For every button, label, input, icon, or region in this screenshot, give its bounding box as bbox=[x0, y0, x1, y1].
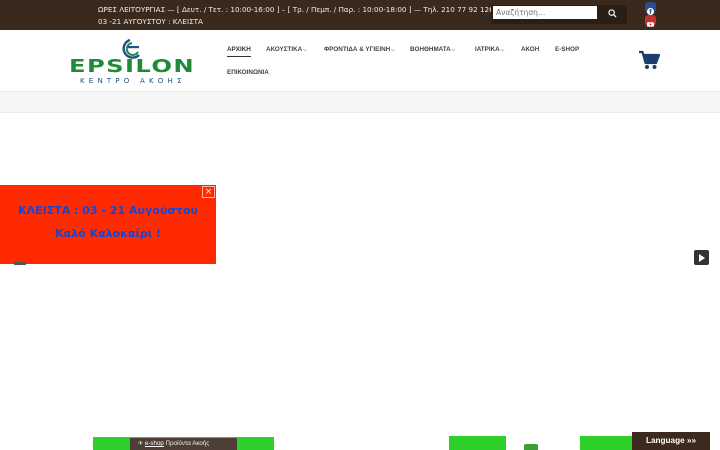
search-button[interactable] bbox=[600, 6, 625, 21]
nav-item-medical[interactable]: ΙΑΤΡΙΚΑ⌵ bbox=[475, 46, 504, 53]
cart-button[interactable] bbox=[638, 50, 661, 70]
chevron-down-icon: ⌵ bbox=[500, 47, 505, 53]
logo-tagline: ΚΕΝΤΡΟ ΑΚΟΗΣ bbox=[80, 77, 184, 85]
popup-tab bbox=[14, 262, 26, 265]
slider-next-button[interactable] bbox=[694, 250, 709, 265]
logo-graphic: EPSILON ΚΕΝΤΡΟ ΑΚΟΗΣ bbox=[69, 38, 195, 85]
nav-item-home[interactable]: ΑΡΧΙΚΗ bbox=[227, 46, 251, 57]
popup-greeting: Καλό Καλοκαίρι ! bbox=[55, 227, 161, 240]
announcement-popup: × ΚΛΕΙΣΤΑ : 03 - 21 Αυγούστου Καλό Καλοκ… bbox=[0, 185, 216, 265]
eshop-text: Προϊόντα Ακοής bbox=[163, 440, 210, 447]
nav-item-hearing[interactable]: ΑΚΟΗ bbox=[521, 46, 539, 53]
search-form bbox=[491, 5, 627, 24]
promo-banner-mid[interactable] bbox=[449, 436, 506, 450]
logo-brand: EPSILON bbox=[69, 57, 195, 77]
breadcrumb-strip bbox=[0, 92, 720, 113]
shopping-cart-icon bbox=[639, 50, 661, 69]
eshop-link[interactable]: e-shop bbox=[145, 440, 164, 447]
epsilon-logo[interactable]: EPSILON ΚΕΝΤΡΟ ΑΚΟΗΣ bbox=[68, 37, 200, 85]
chevron-down-icon: ⌵ bbox=[451, 47, 456, 53]
nav-item-hearing-aids[interactable]: ΑΚΟΥΣΤΙΚΑ⌵ bbox=[266, 46, 307, 53]
social-links: f bbox=[643, 0, 658, 30]
facebook-icon[interactable]: f bbox=[645, 2, 656, 16]
hours-line-1: ΩΡΕΣ ΛΕΙΤΟΥΡΓΙΑΣ — [ Δευτ. / Τετ. : 10:0… bbox=[98, 5, 494, 14]
nav-item-care-hygiene[interactable]: ΦΡΟΝΤΙΔΑ & ΥΓΙΕΙΝΗ⌵ bbox=[324, 46, 395, 53]
top-bar: ΩΡΕΣ ΛΕΙΤΟΥΡΓΙΑΣ — [ Δευτ. / Τετ. : 10:0… bbox=[0, 0, 720, 30]
search-input[interactable] bbox=[493, 6, 597, 19]
nav-item-eshop[interactable]: E-SHOP bbox=[555, 46, 579, 53]
eshop-promo[interactable]: ✈ e-shop Προϊόντα Ακοής bbox=[130, 438, 237, 450]
nav-item-contact[interactable]: ΕΠΙΚΟΙΝΩΝΙΑ bbox=[227, 69, 269, 76]
hours-line-2: 03 -21 ΑΥΓΟΥΣΤΟΥ : ΚΛΕΙΣΤΑ bbox=[98, 17, 203, 26]
language-button[interactable]: Language »» bbox=[632, 432, 710, 450]
promo-banner-right[interactable] bbox=[580, 436, 635, 450]
search-icon bbox=[608, 9, 617, 18]
play-icon bbox=[699, 253, 705, 262]
chevron-down-icon: ⌵ bbox=[303, 47, 307, 53]
close-icon[interactable]: × bbox=[202, 186, 215, 198]
opening-hours: ΩΡΕΣ ΛΕΙΤΟΥΡΓΙΑΣ — [ Δευτ. / Τετ. : 10:0… bbox=[98, 4, 494, 28]
site-header: EPSILON ΚΕΝΤΡΟ ΑΚΟΗΣ ΑΡΧΙΚΗ ΑΚΟΥΣΤΙΚΑ⌵ Φ… bbox=[0, 30, 720, 92]
youtube-icon[interactable] bbox=[645, 15, 656, 27]
chevron-down-icon: ⌵ bbox=[391, 47, 395, 53]
popup-closed-notice: ΚΛΕΙΣΤΑ : 03 - 21 Αυγούστου bbox=[18, 204, 198, 217]
product-thumbnail bbox=[524, 444, 538, 450]
tag-icon: ✈ bbox=[138, 440, 145, 447]
nav-item-aids[interactable]: ΒΟΗΘΗΜΑΤΑ⌵ bbox=[410, 46, 455, 53]
